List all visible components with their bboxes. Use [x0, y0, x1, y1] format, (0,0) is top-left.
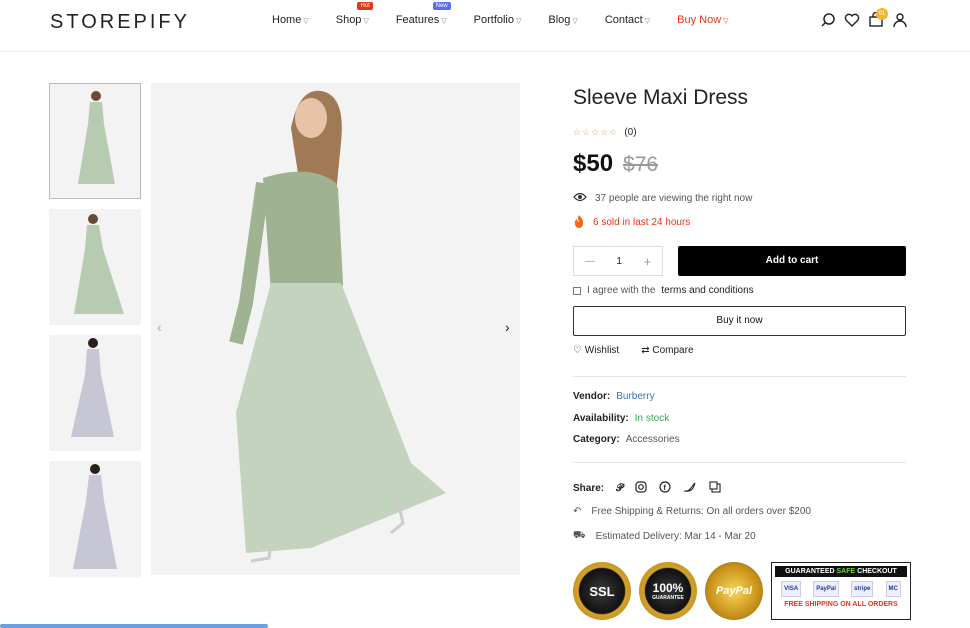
share-label: Share:: [573, 483, 605, 494]
pinterest-icon[interactable]: 𝒫: [616, 483, 623, 494]
buy-now-button[interactable]: Buy it now: [573, 306, 906, 336]
quantity-stepper: — 1 +: [573, 246, 663, 276]
current-price: $50: [573, 150, 614, 177]
divider: [573, 376, 906, 377]
prev-image-arrow[interactable]: ‹: [157, 319, 162, 335]
horizontal-scrollbar[interactable]: [0, 624, 268, 628]
wishlist-link[interactable]: ♡ Wishlist: [573, 345, 619, 356]
availability-value: In stock: [634, 413, 670, 424]
site-logo[interactable]: STOREPIFY: [50, 11, 190, 34]
site-header: STOREPIFY Home ▽ Shop ▽ Hot Features ▽ New Po…: [0, 0, 970, 52]
vendor-row: Vendor: Burberry: [573, 391, 655, 402]
eye-icon: [573, 192, 587, 205]
compare-link[interactable]: ⇄ Compare: [641, 345, 693, 356]
old-price: $76: [623, 153, 659, 176]
thumbnail-1[interactable]: [49, 83, 141, 199]
nav-contact[interactable]: Contact ▽: [605, 14, 650, 26]
next-image-arrow[interactable]: ›: [505, 319, 510, 335]
header-icons: [820, 11, 908, 28]
chevron-down-icon: ▽: [303, 18, 309, 25]
thumbnail-3[interactable]: [49, 335, 141, 451]
terms-link[interactable]: terms and conditions: [661, 285, 753, 296]
rating-row: ☆☆☆☆☆ (0): [573, 122, 906, 140]
qty-input[interactable]: 1: [616, 256, 622, 267]
chevron-down-icon: ▽: [572, 18, 578, 25]
chevron-down-icon: ▽: [516, 18, 522, 25]
availability-row: Availability: In stock: [573, 413, 670, 424]
main-nav: Home ▽ Shop ▽ Hot Features ▽ New Portfolio ▽ B…: [272, 2, 756, 26]
add-to-cart-button[interactable]: Add to cart: [678, 246, 906, 276]
chevron-down-icon: ▽: [644, 18, 651, 25]
trust-badges: SSL 100% GUARANTEE PayPal GUARANTEED SAFE…: [573, 562, 911, 620]
truck-icon: ⛟: [573, 530, 586, 541]
thumbnail-list: [49, 83, 141, 587]
terms-prefix: I agree with the: [587, 285, 656, 296]
nav-features[interactable]: Features ▽ New: [396, 2, 451, 26]
wishlist-compare-row: ♡ Wishlist ⇄ Compare: [573, 345, 694, 356]
thumbnail-4[interactable]: [49, 461, 141, 577]
facebook-icon[interactable]: f: [659, 481, 671, 496]
heart-icon: ♡: [573, 345, 582, 356]
nav-home[interactable]: Home ▽: [272, 14, 309, 26]
divider: [573, 462, 906, 463]
nav-buy-now[interactable]: Buy Now ▽: [677, 14, 728, 26]
svg-text:f: f: [664, 485, 667, 492]
safe-checkout-badge: GUARANTEED SAFE CHECKOUT VISA PayPal strip…: [771, 562, 911, 620]
rating-stars[interactable]: ☆☆☆☆☆: [573, 127, 618, 137]
thumbnail-2[interactable]: [49, 209, 141, 325]
review-count[interactable]: (0): [624, 127, 636, 138]
ssl-seal: SSL: [573, 562, 631, 620]
terms-row: I agree with the terms and conditions: [573, 285, 754, 296]
product-title: Sleeve Maxi Dress: [573, 86, 749, 109]
price-row: $50 $76: [573, 150, 906, 178]
heart-icon[interactable]: [844, 12, 860, 28]
user-icon[interactable]: [892, 12, 908, 28]
compare-icon: ⇄: [641, 345, 650, 356]
new-badge: New: [432, 2, 451, 10]
viewers-line: 37 people are viewing the right now: [573, 192, 752, 205]
terms-checkbox[interactable]: [573, 286, 581, 295]
share-row: Share: 𝒫 f: [573, 481, 721, 496]
nav-portfolio[interactable]: Portfolio ▽: [474, 14, 522, 26]
sold-text: 6 sold in last 24 hours: [593, 217, 691, 228]
cart-count-badge: 01: [876, 8, 888, 20]
fire-icon: [573, 214, 585, 231]
product-info: Sleeve Maxi Dress ☆☆☆☆☆ (0) $50 $76 37 pe…: [573, 86, 911, 620]
sold-line: 6 sold in last 24 hours: [573, 214, 690, 231]
vendor-link[interactable]: Burberry: [616, 391, 654, 402]
main-product-image[interactable]: ‹ ›: [151, 83, 520, 575]
qty-minus-button[interactable]: —: [585, 256, 595, 267]
qty-plus-button[interactable]: +: [644, 254, 652, 269]
category-row: Category: Accessories: [573, 434, 680, 445]
paypal-seal: PayPal: [705, 562, 763, 620]
chevron-down-icon: ▽: [441, 18, 447, 25]
return-icon: ↶: [573, 506, 582, 517]
search-icon[interactable]: [820, 12, 836, 28]
shipping-row: ↶ Free Shipping & Returns: On all orders …: [573, 506, 811, 517]
delivery-row: ⛟ Estimated Delivery: Mar 14 - Mar 20: [573, 530, 756, 542]
viewers-text: 37 people are viewing the right now: [595, 193, 753, 204]
chevron-down-icon: ▽: [723, 18, 729, 25]
chevron-down-icon: ▽: [363, 18, 369, 25]
category-link[interactable]: Accessories: [626, 434, 680, 445]
twitter-icon[interactable]: [683, 481, 697, 496]
nav-blog[interactable]: Blog ▽: [548, 14, 577, 26]
instagram-icon[interactable]: [635, 481, 647, 496]
guarantee-seal: 100% GUARANTEE: [639, 562, 697, 620]
copy-link-icon[interactable]: [709, 481, 721, 496]
hot-badge: Hot: [357, 2, 373, 10]
nav-shop[interactable]: Shop ▽ Hot: [336, 2, 373, 26]
